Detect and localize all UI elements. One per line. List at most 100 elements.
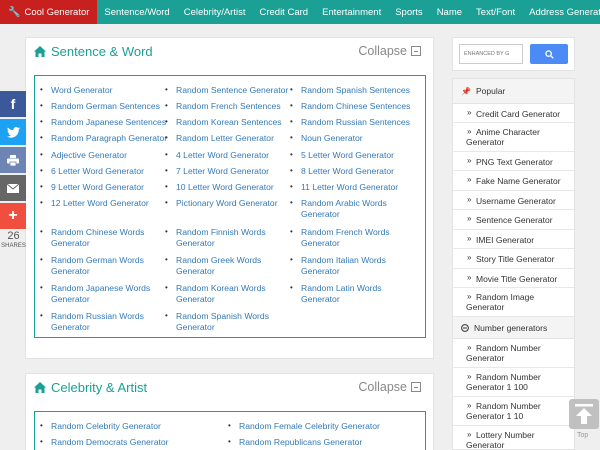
nav-item-sentence-word[interactable]: Sentence/Word bbox=[97, 0, 176, 24]
search-input[interactable] bbox=[459, 44, 523, 64]
sidebar-item-random-number-generator-1-10[interactable]: » Random Number Generator 1 10 bbox=[453, 397, 574, 426]
twitter-share-button[interactable] bbox=[0, 119, 26, 145]
generator-link-random-paragraph-generator[interactable]: Random Paragraph Generator bbox=[40, 133, 169, 144]
generator-link-random-french-words-generator[interactable]: Random French Words Generator bbox=[290, 227, 419, 248]
sidebar-item-label: Movie Title Generator bbox=[476, 273, 558, 284]
facebook-share-button[interactable]: f bbox=[0, 91, 26, 117]
sidebar-item-label: Random Number Generator 1 10 bbox=[466, 401, 541, 421]
generator-link-5-letter-word-generator[interactable]: 5 Letter Word Generator bbox=[290, 150, 419, 161]
sidebar-item-random-image-generator[interactable]: » Random Image Generator bbox=[453, 288, 574, 317]
generator-link-noun-generator[interactable]: Noun Generator bbox=[290, 133, 419, 144]
thumbtack-icon: 📌 bbox=[461, 86, 471, 96]
more-share-button[interactable]: + bbox=[0, 203, 26, 229]
generator-link-random-korean-words-generator[interactable]: Random Korean Words Generator bbox=[165, 283, 294, 304]
generator-link-random-sentence-generator[interactable]: Random Sentence Generator bbox=[165, 85, 294, 96]
sidebar-item-username-generator[interactable]: » Username Generator bbox=[453, 191, 574, 210]
generator-link-7-letter-word-generator[interactable]: 7 Letter Word Generator bbox=[165, 166, 294, 177]
minus-circle-icon bbox=[461, 323, 469, 332]
generator-link-6-letter-word-generator[interactable]: 6 Letter Word Generator bbox=[40, 166, 169, 177]
home-icon bbox=[34, 46, 46, 57]
nav-item-entertainment[interactable]: Entertainment bbox=[315, 0, 388, 24]
sidebar-item-lottery-number-generator[interactable]: » Lottery Number Generator bbox=[453, 426, 574, 450]
generator-link-8-letter-word-generator[interactable]: 8 Letter Word Generator bbox=[290, 166, 419, 177]
generator-list-box: Random Celebrity Generator Random Democra… bbox=[34, 411, 426, 450]
sidebar-item-imei-generator[interactable]: » IMEI Generator bbox=[453, 230, 574, 249]
sidebar-item-fake-name-generator[interactable]: » Fake Name Generator bbox=[453, 171, 574, 191]
generator-link-11-letter-word-generator[interactable]: 11 Letter Word Generator bbox=[290, 182, 419, 193]
generator-link-random-italian-words-generator[interactable]: Random Italian Words Generator bbox=[290, 255, 419, 276]
nav-item-credit-card[interactable]: Credit Card bbox=[252, 0, 315, 24]
nav-label: Cool Generator bbox=[24, 6, 90, 18]
facebook-icon: f bbox=[10, 96, 16, 112]
sidebar-item-label: Credit Card Generator bbox=[476, 108, 561, 119]
nav-item-address-generator[interactable]: Address Generator bbox=[522, 0, 600, 24]
search-button[interactable] bbox=[530, 44, 568, 64]
nav-item-name[interactable]: Name bbox=[430, 0, 469, 24]
sidebar-item-label: IMEI Generator bbox=[476, 234, 535, 245]
sidebar-item-png-text-generator[interactable]: » PNG Text Generator bbox=[453, 152, 574, 171]
sidebar-item-random-number-generator[interactable]: » Random Number Generator bbox=[453, 339, 574, 368]
sidebar-item-label: Random Number Generator 1 100 bbox=[466, 372, 541, 392]
nav-item-celebrity-artist[interactable]: Celebrity/Artist bbox=[177, 0, 253, 24]
sidebar-item-sentence-generator[interactable]: » Sentence Generator bbox=[453, 210, 574, 230]
generator-link-pictionary-word-generator[interactable]: Pictionary Word Generator bbox=[165, 198, 294, 209]
email-share-button[interactable] bbox=[0, 175, 26, 201]
collapse-button[interactable]: Collapse bbox=[358, 380, 421, 394]
generator-link-random-russian-sentences[interactable]: Random Russian Sentences bbox=[290, 117, 419, 128]
generator-link-random-japanese-sentences[interactable]: Random Japanese Sentences bbox=[40, 117, 169, 128]
generator-link-random-republicans-generator[interactable]: Random Republicans Generator bbox=[228, 437, 419, 448]
collapse-label: Collapse bbox=[358, 44, 407, 58]
sidebar-item-label: Anime Character Generator bbox=[466, 127, 540, 147]
generator-link-random-german-words-generator[interactable]: Random German Words Generator bbox=[40, 255, 169, 276]
generator-link-random-spanish-sentences[interactable]: Random Spanish Sentences bbox=[290, 85, 419, 96]
panel-header: Sentence & Word Collapse bbox=[26, 38, 433, 68]
generator-link-random-chinese-words-generator[interactable]: Random Chinese Words Generator bbox=[40, 227, 169, 248]
sidebar-item-anime-character-generator[interactable]: » Anime Character Generator bbox=[453, 123, 574, 152]
generator-link-random-female-celebrity-generator[interactable]: Random Female Celebrity Generator bbox=[228, 421, 419, 432]
section-title-text: Sentence & Word bbox=[51, 44, 153, 59]
sidebar-item-credit-card-generator[interactable]: » Credit Card Generator bbox=[453, 104, 574, 123]
print-share-button[interactable] bbox=[0, 147, 26, 173]
generator-link-random-finnish-words-generator[interactable]: Random Finnish Words Generator bbox=[165, 227, 294, 248]
back-to-top-button[interactable] bbox=[569, 399, 599, 429]
generator-link-random-chinese-sentences[interactable]: Random Chinese Sentences bbox=[290, 101, 419, 112]
generator-link-random-spanish-words-generator[interactable]: Random Spanish Words Generator bbox=[165, 311, 294, 332]
sidebar-item-movie-title-generator[interactable]: » Movie Title Generator bbox=[453, 269, 574, 288]
generator-link-adjective-generator[interactable]: Adjective Generator bbox=[40, 150, 169, 161]
generator-link-4-letter-word-generator[interactable]: 4 Letter Word Generator bbox=[165, 150, 294, 161]
nav-item-text-font[interactable]: Text/Font bbox=[469, 0, 522, 24]
generator-link-word-generator[interactable]: Word Generator bbox=[40, 85, 169, 96]
generator-link-random-russian-words-generator[interactable]: Random Russian Words Generator bbox=[40, 311, 169, 332]
generator-link-random-korean-sentences[interactable]: Random Korean Sentences bbox=[165, 117, 294, 128]
panel-header: Celebrity & Artist Collapse bbox=[26, 374, 433, 404]
sidebar-item-story-title-generator[interactable]: » Story Title Generator bbox=[453, 249, 574, 269]
collapse-button[interactable]: Collapse bbox=[358, 44, 421, 58]
generator-link-random-french-sentences[interactable]: Random French Sentences bbox=[165, 101, 294, 112]
generator-link-9-letter-word-generator[interactable]: 9 Letter Word Generator bbox=[40, 182, 169, 193]
generator-link-random-german-sentences[interactable]: Random German Sentences bbox=[40, 101, 169, 112]
generator-link-random-latin-words-generator[interactable]: Random Latin Words Generator bbox=[290, 283, 419, 304]
sidebar-item-label: Random Image Generator bbox=[466, 292, 535, 312]
generator-link-12-letter-word-generator[interactable]: 12 Letter Word Generator bbox=[40, 198, 169, 209]
sidebar-item-label: PNG Text Generator bbox=[476, 156, 553, 167]
sidebar: 📌 Popular » Credit Card Generator» Anime C… bbox=[452, 78, 575, 450]
generator-link-random-japanese-words-generator[interactable]: Random Japanese Words Generator bbox=[40, 283, 169, 304]
minus-square-icon bbox=[411, 382, 421, 392]
generator-link-random-letter-generator[interactable]: Random Letter Generator bbox=[165, 133, 294, 144]
sidebar-item-label: Fake Name Generator bbox=[476, 176, 561, 186]
generator-link-random-celebrity-generator[interactable]: Random Celebrity Generator bbox=[40, 421, 231, 432]
generator-link-random-arabic-words-generator[interactable]: Random Arabic Words Generator bbox=[290, 198, 419, 219]
nav-item-sports[interactable]: Sports bbox=[388, 0, 429, 24]
generator-link-random-democrats-generator[interactable]: Random Democrats Generator bbox=[40, 437, 231, 448]
generator-link-random-greek-words-generator[interactable]: Random Greek Words Generator bbox=[165, 255, 294, 276]
minus-square-icon bbox=[411, 46, 421, 56]
print-icon bbox=[7, 154, 19, 166]
generator-link-10-letter-word-generator[interactable]: 10 Letter Word Generator bbox=[165, 182, 294, 193]
nav-item-cool-generator[interactable]: 🔧 Cool Generator bbox=[0, 0, 98, 24]
sidebar-item-random-number-generator-1-100[interactable]: » Random Number Generator 1 100 bbox=[453, 368, 574, 397]
section-title: Sentence & Word bbox=[34, 44, 153, 59]
twitter-icon bbox=[6, 126, 20, 138]
sidebar-item-label: Lottery Number Generator bbox=[466, 430, 535, 450]
sentence-word-panel: Sentence & Word Collapse Word GeneratorR… bbox=[25, 37, 434, 359]
popular-title: Popular bbox=[475, 86, 506, 96]
